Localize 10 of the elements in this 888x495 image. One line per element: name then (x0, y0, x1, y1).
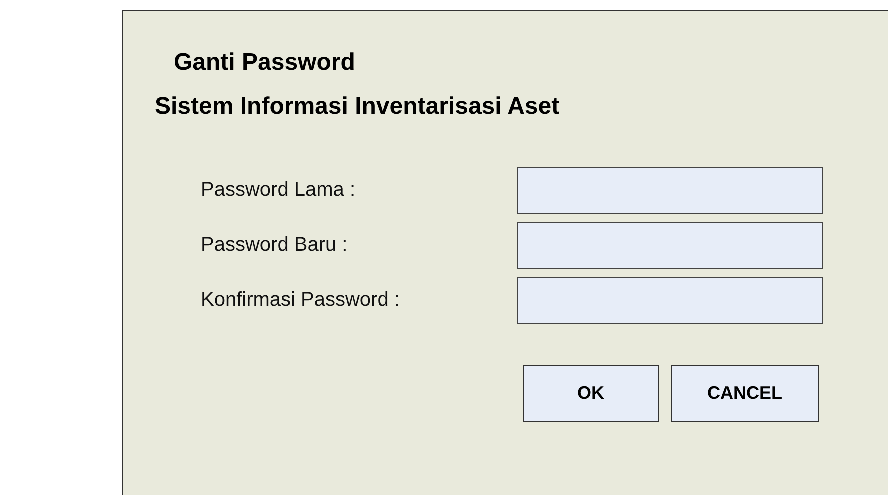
password-field[interactable] (517, 277, 823, 324)
dialog-title: Ganti Password (174, 49, 356, 78)
ok-button[interactable]: OK (523, 365, 659, 422)
field-label: Konfirmasi Password : (201, 289, 401, 312)
cancel-button[interactable]: CANCEL (671, 365, 819, 422)
password-field[interactable] (517, 222, 823, 269)
password-field[interactable] (517, 167, 823, 214)
dialog-subtitle: Sistem Informasi Inventarisasi Aset (155, 93, 561, 121)
field-label: Password Baru : (201, 234, 349, 257)
field-label: Password Lama : (201, 179, 357, 202)
